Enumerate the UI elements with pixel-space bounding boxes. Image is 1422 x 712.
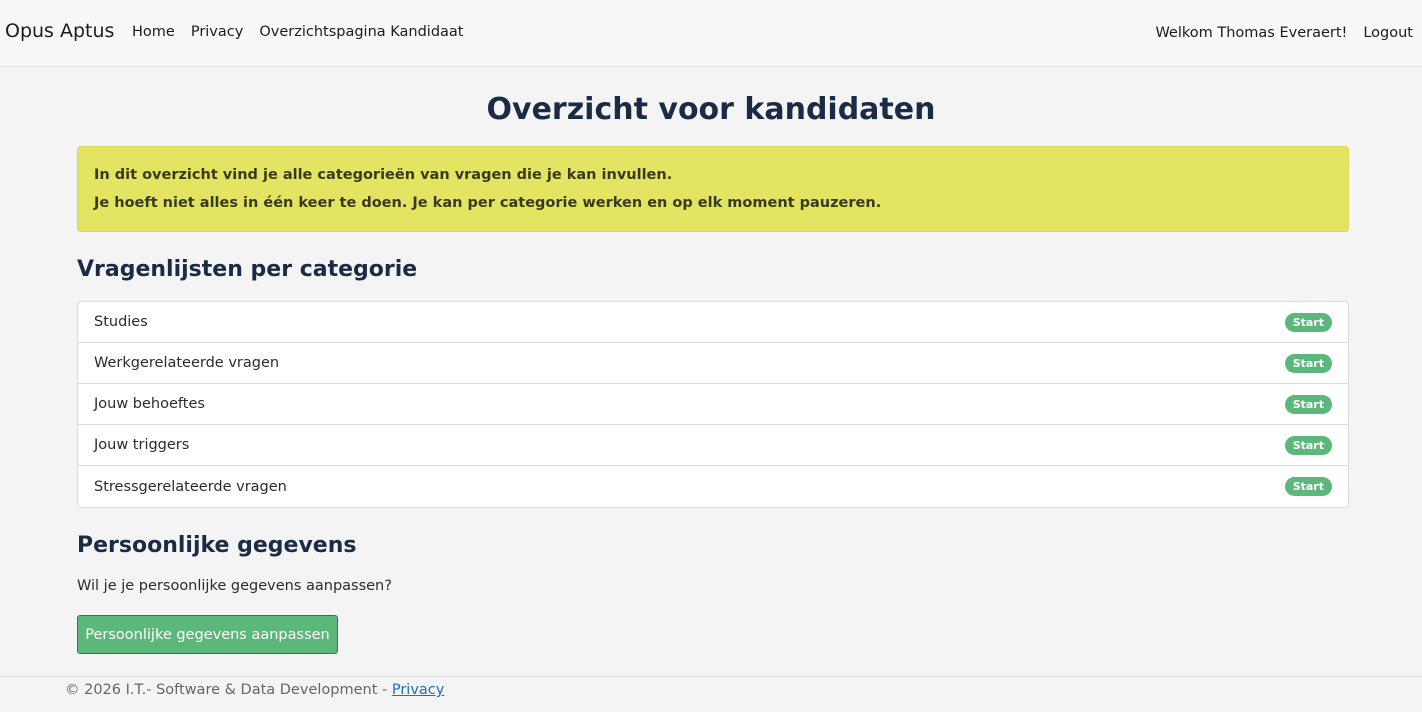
alert-line-2: Je hoeft niet alles in één keer te doen.… [94,195,882,211]
category-label: Stressgerelateerde vragen [94,478,287,495]
nav-links: Home Privacy Overzichtspagina Kandidaat [132,24,479,40]
start-badge[interactable]: Start [1284,312,1332,332]
category-label: Studies [94,314,148,330]
category-label: Jouw behoeftes [94,396,205,412]
personal-data-heading: Persoonlijke gegevens [77,533,357,558]
start-badge[interactable]: Start [1284,477,1332,496]
start-badge[interactable]: Start [1284,435,1332,455]
footer-copyright: © 2026 I.T.- Software & Data Development… [65,682,392,698]
categories-heading: Vragenlijsten per categorie [77,257,418,282]
page-title: Overzicht voor kandidaten [486,92,936,127]
alert-line-1: In dit overzicht vind je alle categorieë… [94,167,673,183]
start-badge[interactable]: Start [1284,353,1332,373]
nav-link-home[interactable]: Home [132,24,175,40]
categories-list: Studies Start Werkgerelateerde vragen St… [77,301,1349,508]
list-item-stressgerelateerde-vragen[interactable]: Stressgerelateerde vragen Start [78,466,1348,507]
navbar: Opus Aptus Home Privacy Overzichtspagina… [0,0,1422,67]
nav-link-privacy[interactable]: Privacy [191,24,244,40]
brand-link[interactable]: Opus Aptus [5,20,114,42]
category-label: Jouw triggers [94,437,190,453]
category-label: Werkgerelateerde vragen [94,355,280,371]
footer-privacy-link[interactable]: Privacy [392,682,445,698]
nav-link-overzicht-kandidaat[interactable]: Overzichtspagina Kandidaat [259,24,463,40]
welcome-user-link[interactable]: Welkom Thomas Everaert! [1155,25,1347,41]
footer-text-container: © 2026 I.T.- Software & Data Development… [65,682,444,698]
info-alert: In dit overzicht vind je alle categorieë… [77,146,1349,232]
edit-personal-data-button[interactable]: Persoonlijke gegevens aanpassen [77,615,338,654]
list-item-studies[interactable]: Studies Start [78,302,1348,343]
start-badge[interactable]: Start [1284,394,1332,414]
footer: © 2026 I.T.- Software & Data Development… [0,676,1422,712]
list-item-jouw-behoeftes[interactable]: Jouw behoeftes Start [78,384,1348,425]
personal-data-question: Wil je je persoonlijke gegevens aanpasse… [77,578,392,594]
user-nav: Welkom Thomas Everaert! Logout [1139,25,1413,41]
list-item-jouw-triggers[interactable]: Jouw triggers Start [78,425,1348,466]
logout-link[interactable]: Logout [1363,25,1413,41]
list-item-werkgerelateerde-vragen[interactable]: Werkgerelateerde vragen Start [78,343,1348,384]
